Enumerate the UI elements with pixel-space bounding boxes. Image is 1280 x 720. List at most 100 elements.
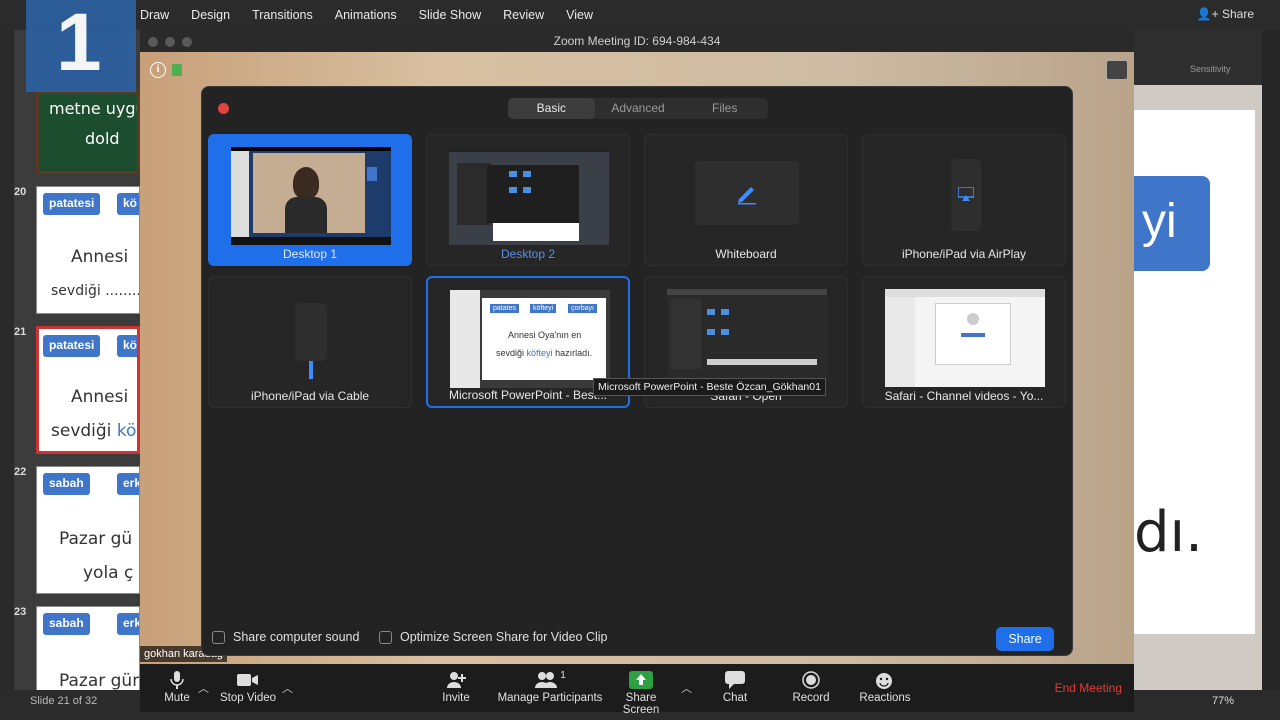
option-label: iPhone/iPad via Cable — [250, 389, 370, 403]
slide-text-line: sevdiği köf — [51, 421, 137, 441]
share-option-desktop-1[interactable]: Desktop 1 — [208, 134, 412, 266]
checkbox-icon — [212, 630, 225, 644]
tab-files[interactable]: Files — [681, 98, 768, 119]
option-label: Desktop 2 — [500, 247, 556, 261]
menu-animations[interactable]: Animations — [335, 8, 397, 22]
stop-video-button[interactable]: Stop Video — [218, 668, 278, 704]
stop-video-label: Stop Video — [219, 692, 277, 704]
preview-line: hazırladı. — [555, 348, 593, 358]
participants-icon: 1 — [492, 668, 608, 692]
person-add-icon — [436, 668, 476, 692]
chat-button[interactable]: Chat — [718, 668, 752, 704]
slide-thumbnail-21[interactable]: patatesi kö Annesi sevdiği köf — [36, 326, 140, 454]
record-icon — [790, 668, 832, 692]
menu-view[interactable]: View — [566, 8, 593, 22]
chevron-up-icon: ︿ — [198, 683, 209, 695]
share-computer-sound-checkbox[interactable]: Share computer sound — [212, 630, 359, 644]
slide-thumbnail-panel[interactable]: metne uygu dold 20 patatesi kö Annesi se… — [14, 30, 140, 690]
slide-count-status: Slide 21 of 32 — [30, 695, 98, 707]
reactions-button[interactable]: Reactions — [858, 668, 912, 704]
meeting-toolbar: Mute ︿ Stop Video ︿ Invite 1 Manage Part… — [140, 664, 1134, 716]
manage-participants-button[interactable]: 1 Manage Participants — [492, 668, 608, 705]
slide-number: 21 — [14, 326, 27, 338]
info-icon[interactable]: i — [150, 62, 166, 78]
record-button[interactable]: Record — [790, 668, 832, 704]
share-option-airplay[interactable]: iPhone/iPad via AirPlay — [862, 134, 1066, 266]
preview-chip: patates — [490, 304, 519, 313]
lock-icon — [172, 64, 182, 76]
slide-chip: erk — [117, 473, 139, 495]
window-close-dot[interactable] — [148, 37, 158, 47]
safari-channel-preview — [885, 289, 1045, 387]
checkbox-label: Optimize Screen Share for Video Clip — [400, 630, 608, 644]
menu-design[interactable]: Design — [191, 8, 230, 22]
preview-highlight: köfteyi — [526, 348, 553, 358]
powerpoint-preview: patates köfteyi çorbayı Annesi Oya'nın e… — [450, 290, 610, 388]
share-button[interactable]: Share — [996, 627, 1054, 651]
slide-chip: sabah — [43, 613, 90, 635]
menu-transitions[interactable]: Transitions — [252, 8, 313, 22]
mute-button[interactable]: Mute — [152, 668, 202, 704]
end-meeting-button[interactable]: End Meeting — [1055, 681, 1122, 695]
share-option-cable[interactable]: iPhone/iPad via Cable — [208, 276, 412, 408]
window-zoom-dot[interactable] — [182, 37, 192, 47]
chat-label: Chat — [722, 692, 748, 704]
option-label: iPhone/iPad via AirPlay — [901, 247, 1027, 261]
chevron-up-icon: ︿ — [681, 683, 692, 695]
slide-number: 23 — [14, 606, 27, 618]
preview-chip: köfteyi — [530, 304, 557, 313]
iphone-cable-icon — [295, 303, 327, 361]
optimize-video-checkbox[interactable]: Optimize Screen Share for Video Clip — [379, 630, 608, 644]
powerpoint-tooltip: Microsoft PowerPoint - Beste Özcan_Gökha… — [593, 378, 826, 396]
sensitivity-label[interactable]: Sensitivity — [1190, 64, 1231, 74]
slide-chip: kö — [117, 335, 137, 357]
ppt-right-edge — [1262, 30, 1280, 720]
slide-number: 22 — [14, 466, 27, 478]
invite-button[interactable]: Invite — [436, 668, 476, 704]
slide-thumbnail-20[interactable]: patatesi kö Annesi sevdiği ........ — [36, 186, 140, 314]
ppt-menu-bar: Draw Design Transitions Animations Slide… — [0, 0, 1280, 30]
share-option-desktop-2[interactable]: Desktop 2 — [426, 134, 630, 266]
slide-chip: kö — [117, 193, 139, 215]
tab-basic[interactable]: Basic — [508, 98, 595, 119]
window-minimize-dot[interactable] — [165, 37, 175, 47]
slide-text-line: metne uygu — [49, 99, 140, 118]
ppt-share-button[interactable]: 👤+ Share — [1197, 7, 1254, 21]
slide-text-line: Annesi — [71, 247, 129, 267]
slide-text-line: dold — [85, 129, 120, 148]
fullscreen-icon[interactable] — [1106, 60, 1128, 80]
chat-bubble-icon — [718, 668, 752, 692]
dialog-close-button[interactable] — [218, 103, 229, 114]
share-screen-label: Share Screen — [622, 692, 660, 716]
chevron-up-icon: ︿ — [282, 683, 293, 695]
tab-number-badge: 1 — [26, 0, 136, 92]
slide-thumbnail-23[interactable]: sabah erk Pazar gün — [36, 606, 140, 690]
record-label: Record — [792, 692, 830, 704]
slide-blue-chip: yi — [1134, 176, 1210, 271]
option-label: Safari - Channel videos - Yo... — [884, 389, 1044, 403]
preview-line: Annesi Oya'nın en — [508, 330, 582, 340]
zoom-percent[interactable]: 77% — [1212, 695, 1234, 707]
share-screen-dialog: Basic Advanced Files Desktop 1 Desktop 2 — [201, 86, 1073, 656]
share-option-safari-channel[interactable]: Safari - Channel videos - Yo... — [862, 276, 1066, 408]
ppt-left-edge — [0, 0, 14, 720]
participant-count: 1 — [560, 669, 566, 681]
slide-thumbnail-22[interactable]: sabah erk Pazar gü yola ç — [36, 466, 140, 594]
slide-thumbnail-19[interactable]: metne uygu dold — [36, 90, 140, 174]
slide-text-part: sevdiği — [51, 421, 112, 441]
slide-chip: erk — [117, 613, 139, 635]
cable-icon — [309, 361, 313, 379]
tab-number: 1 — [56, 0, 102, 88]
menu-review[interactable]: Review — [503, 8, 544, 22]
preview-line: sevdiği — [496, 348, 525, 358]
slide-chip: sabah — [43, 473, 90, 495]
slide-text-line: sevdiği ........ — [51, 283, 140, 299]
invite-label: Invite — [442, 692, 470, 704]
ppt-ribbon — [1134, 30, 1262, 85]
share-option-whiteboard[interactable]: Whiteboard — [644, 134, 848, 266]
menu-draw[interactable]: Draw — [140, 8, 169, 22]
menu-slide-show[interactable]: Slide Show — [419, 8, 482, 22]
share-screen-button[interactable]: Share Screen — [606, 668, 676, 716]
manage-participants-label: Manage Participants — [497, 692, 603, 704]
tab-advanced[interactable]: Advanced — [595, 98, 682, 119]
